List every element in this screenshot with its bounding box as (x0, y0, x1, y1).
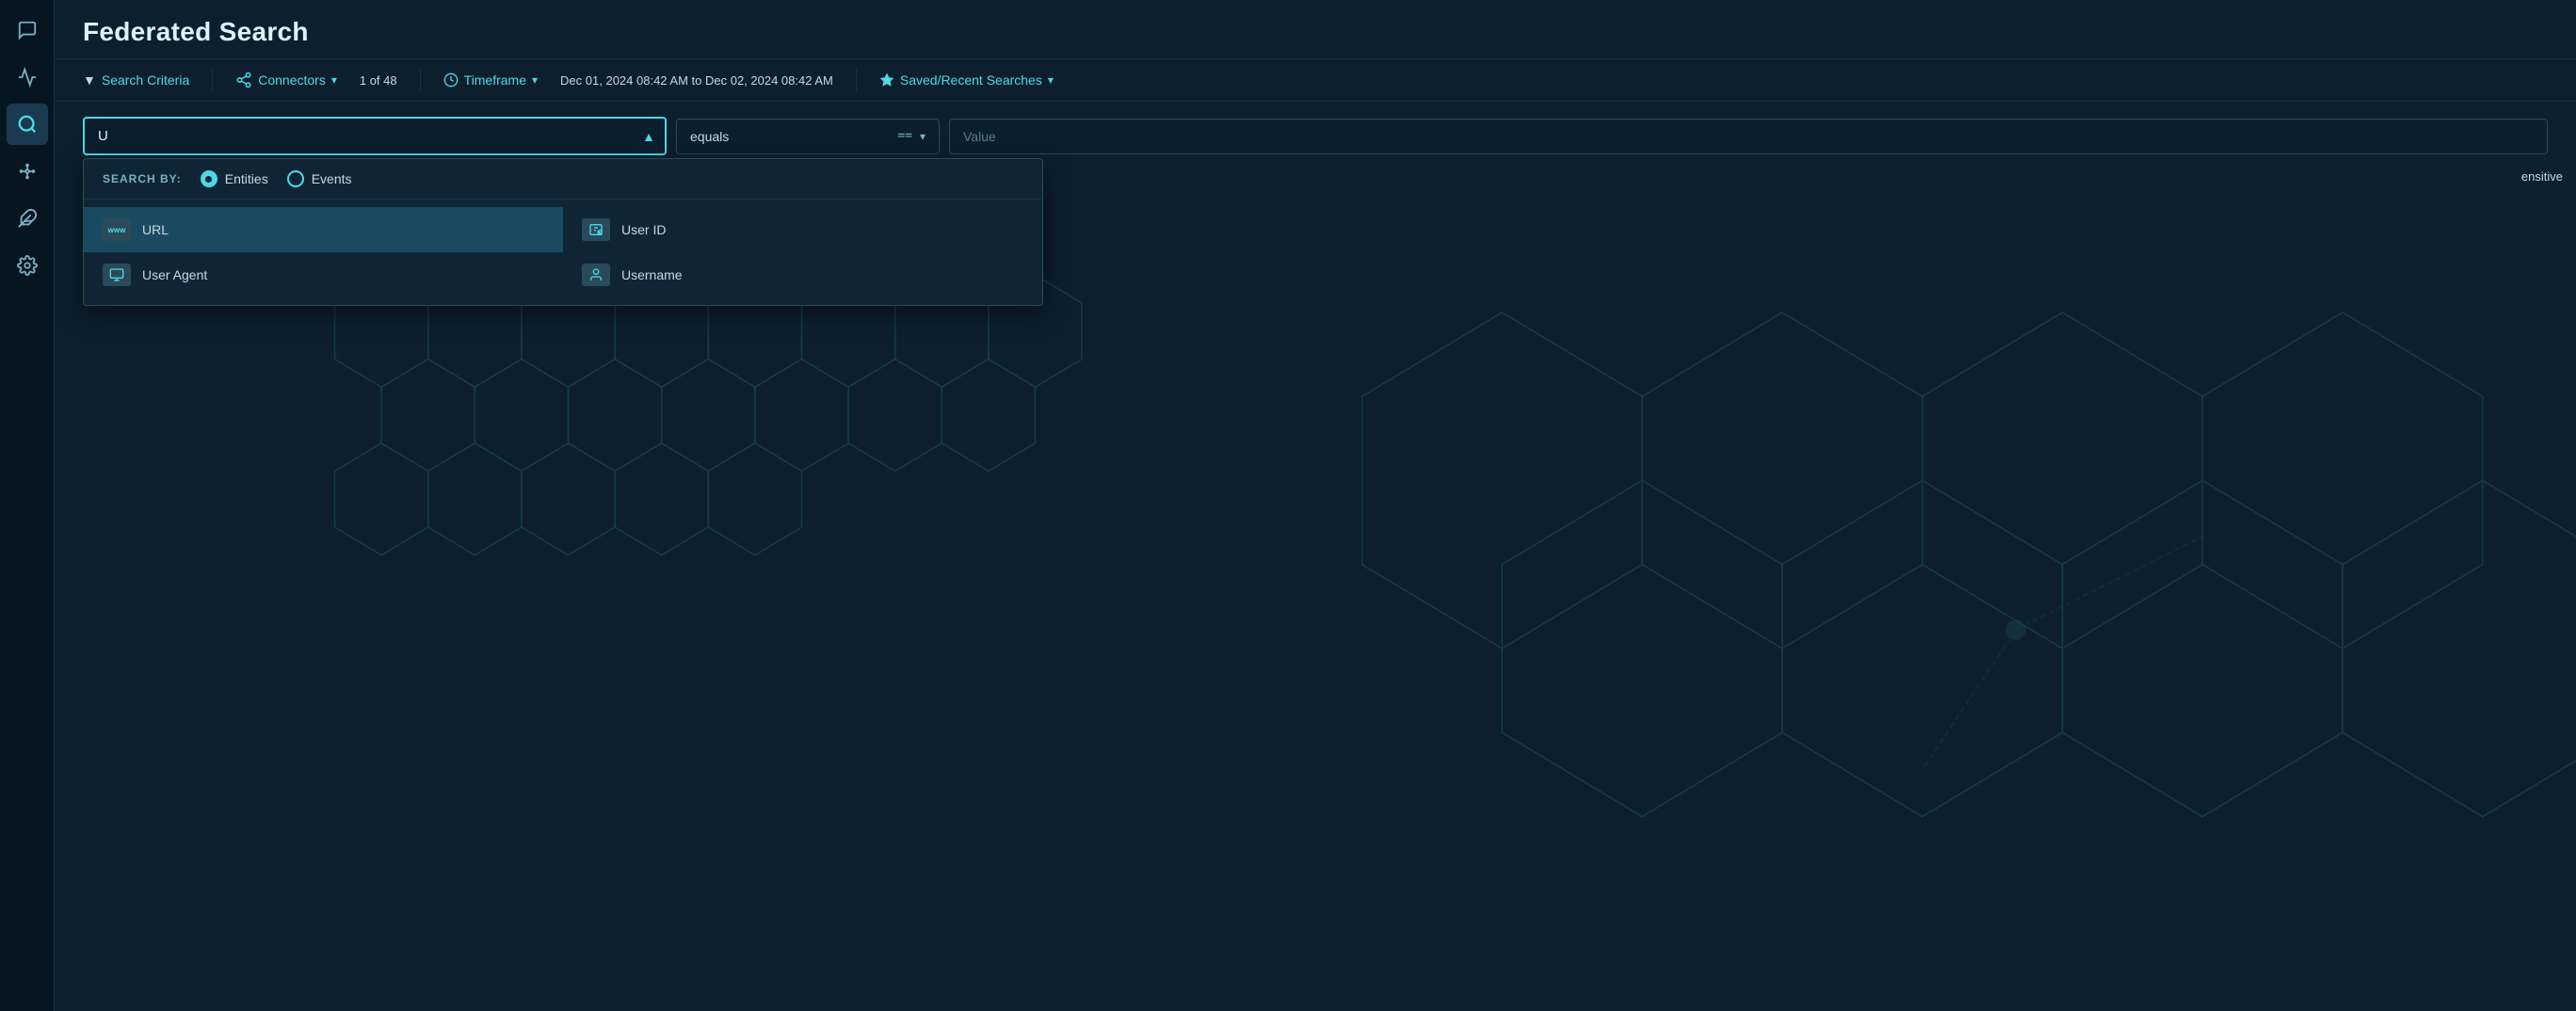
sidebar-item-integrations[interactable] (7, 151, 48, 192)
sidebar-item-chat[interactable] (7, 9, 48, 51)
saved-searches-button[interactable]: Saved/Recent Searches ▾ (879, 72, 1054, 88)
events-radio-option[interactable]: Events (287, 170, 352, 187)
saved-searches-chevron: ▾ (1048, 73, 1054, 87)
chevron-down-icon: ▼ (83, 72, 96, 88)
search-by-label: SEARCH BY: (103, 172, 182, 185)
sidebar-item-analytics[interactable] (7, 56, 48, 98)
events-radio-circle (287, 170, 304, 187)
username-item-label: Username (621, 267, 683, 282)
connectors-count: 1 of 48 (360, 73, 397, 88)
search-by-bar: SEARCH BY: Entities Events (84, 159, 1042, 200)
url-item-label: URL (142, 222, 169, 237)
dropdown-item-url[interactable]: www URL (84, 207, 563, 252)
saved-searches-label: Saved/Recent Searches (900, 72, 1042, 88)
dropdown-item-username[interactable]: Username (563, 252, 1042, 297)
page-title: Federated Search (83, 17, 2548, 47)
value-field[interactable]: Value (949, 119, 2548, 154)
dropdown-items-grid: www URL User ID (84, 200, 1042, 305)
timeframe-label: Timeframe (464, 72, 526, 88)
star-icon (879, 72, 894, 88)
connectors-button[interactable]: Connectors ▾ (235, 72, 337, 88)
timeframe-chevron: ▾ (532, 73, 538, 87)
search-field-input[interactable] (83, 117, 667, 155)
user-agent-item-icon (103, 264, 131, 286)
operator-symbol: == (897, 129, 912, 143)
entities-radio-circle (201, 170, 217, 187)
sidebar-item-settings[interactable] (7, 245, 48, 286)
dropdown-item-user-id[interactable]: User ID (563, 207, 1042, 252)
toolbar-divider-3 (856, 69, 857, 91)
sidebar (0, 0, 55, 1011)
timeframe-date: Dec 01, 2024 08:42 AM to Dec 02, 2024 08… (560, 73, 833, 88)
clock-icon (443, 72, 459, 88)
search-criteria-label: Search Criteria (102, 72, 189, 88)
username-item-icon (582, 264, 610, 286)
operator-chevron-icon: ▾ (920, 130, 926, 143)
dropdown-item-user-agent[interactable]: User Agent (84, 252, 563, 297)
main-content: Federated Search ▼ Search Criteria Conne… (55, 0, 2576, 1011)
entities-radio-label: Entities (225, 171, 268, 186)
search-dropdown-panel: SEARCH BY: Entities Events www URL (83, 158, 1043, 306)
operator-label: equals (690, 129, 890, 144)
url-item-icon: www (103, 218, 131, 241)
user-id-item-label: User ID (621, 222, 666, 237)
entities-radio-option[interactable]: Entities (201, 170, 268, 187)
user-id-item-icon (582, 218, 610, 241)
sidebar-item-plugins[interactable] (7, 198, 48, 239)
page-header: Federated Search (55, 0, 2576, 59)
user-agent-item-label: User Agent (142, 267, 207, 282)
search-criteria-toggle[interactable]: ▼ Search Criteria (83, 72, 189, 88)
toolbar-divider-2 (420, 69, 421, 91)
value-placeholder: Value (963, 129, 996, 144)
connectors-label: Connectors (258, 72, 326, 88)
operator-dropdown[interactable]: equals == ▾ (676, 119, 940, 154)
connectors-icon (235, 72, 252, 88)
search-area: ▲ equals == ▾ Value SEARCH BY: (55, 102, 2576, 155)
search-row: ▲ equals == ▾ Value (83, 117, 2548, 155)
sidebar-item-search[interactable] (7, 104, 48, 145)
search-field-wrapper: ▲ (83, 117, 667, 155)
events-radio-label: Events (312, 171, 352, 186)
connectors-chevron: ▾ (331, 73, 337, 87)
toolbar: ▼ Search Criteria Connectors ▾ 1 of 48 T… (55, 59, 2576, 102)
timeframe-button[interactable]: Timeframe ▾ (443, 72, 538, 88)
toolbar-divider-1 (212, 69, 213, 91)
